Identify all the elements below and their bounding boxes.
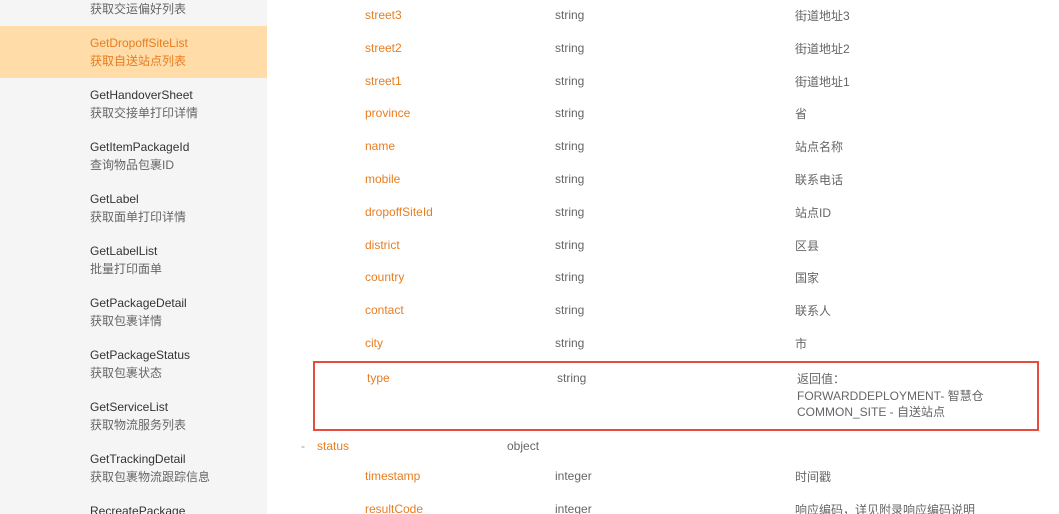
sidebar-item-api-desc: 批量打印面单	[90, 260, 247, 278]
param-type: integer	[555, 502, 795, 514]
param-table: street3string街道地址3street2string街道地址2stre…	[267, 0, 1039, 514]
sidebar-item-item-0[interactable]: 获取交运偏好列表	[0, 0, 267, 26]
param-row-dropoffSiteId: dropoffSiteIdstring站点ID	[313, 197, 1039, 230]
param-desc: 返回值： FORWARDDEPLOYMENT- 智慧仓 COMMON_SITE …	[797, 371, 1037, 421]
collapse-icon[interactable]: -	[289, 439, 317, 453]
sidebar-item-GetTrackingDetail[interactable]: GetTrackingDetail获取包裹物流跟踪信息	[0, 442, 267, 494]
param-name: resultCode	[365, 502, 555, 514]
sidebar-item-api-name: GetLabelList	[90, 242, 247, 260]
sidebar-item-api-name: GetItemPackageId	[90, 138, 247, 156]
param-type: string	[555, 74, 795, 88]
sidebar-item-api-desc: 获取面单打印详情	[90, 208, 247, 226]
sidebar-item-GetLabelList[interactable]: GetLabelList批量打印面单	[0, 234, 267, 286]
param-name: city	[365, 336, 555, 350]
param-desc: 区县	[795, 238, 1039, 255]
param-row-province: provincestring省	[313, 98, 1039, 131]
param-type: string	[555, 238, 795, 252]
param-type: integer	[555, 469, 795, 483]
param-desc: 时间戳	[795, 469, 1039, 486]
param-row-status[interactable]: - status object	[289, 431, 1039, 461]
sidebar-item-api-name: GetLabel	[90, 190, 247, 208]
param-row-resultCode: resultCodeinteger响应编码，详见附录响应编码说明	[313, 494, 1039, 514]
param-type: string	[555, 172, 795, 186]
param-name: name	[365, 139, 555, 153]
param-row-name: namestring站点名称	[313, 131, 1039, 164]
param-desc: 站点名称	[795, 139, 1039, 156]
param-type: string	[557, 371, 797, 385]
sidebar-item-GetServiceList[interactable]: GetServiceList获取物流服务列表	[0, 390, 267, 442]
param-row-contact: contactstring联系人	[313, 295, 1039, 328]
sidebar-item-api-name: GetHandoverSheet	[90, 86, 247, 104]
sidebar-item-api-desc: 获取交运偏好列表	[90, 0, 247, 18]
param-name: timestamp	[365, 469, 555, 483]
param-desc: 街道地址1	[795, 74, 1039, 91]
param-name: street1	[365, 74, 555, 88]
sidebar-item-api-desc: 获取包裹物流跟踪信息	[90, 468, 247, 486]
param-row-street1: street1string街道地址1	[313, 66, 1039, 99]
param-desc: 国家	[795, 270, 1039, 287]
sidebar-item-api-desc: 查询物品包裹ID	[90, 156, 247, 174]
sidebar-item-api-desc: 获取交接单打印详情	[90, 104, 247, 122]
param-name: contact	[365, 303, 555, 317]
sidebar-item-api-name: GetPackageStatus	[90, 346, 247, 364]
param-type: string	[555, 139, 795, 153]
sidebar-item-api-name: RecreatePackage	[90, 502, 247, 514]
main-content: street3string街道地址3street2string街道地址2stre…	[267, 0, 1059, 514]
sidebar-item-api-name: GetServiceList	[90, 398, 247, 416]
param-desc: 省	[795, 106, 1039, 123]
sidebar-item-RecreatePackage[interactable]: RecreatePackage重新发货	[0, 494, 267, 514]
param-name: street2	[365, 41, 555, 55]
nested-params-group: street3string街道地址3street2string街道地址2stre…	[267, 0, 1039, 431]
param-type: string	[555, 336, 795, 350]
param-row-street2: street2string街道地址2	[313, 33, 1039, 66]
param-name: mobile	[365, 172, 555, 186]
sidebar-item-api-desc: 获取自送站点列表	[90, 52, 247, 70]
param-row-city: citystring市	[313, 328, 1039, 361]
param-name: country	[365, 270, 555, 284]
param-row-type: typestring返回值： FORWARDDEPLOYMENT- 智慧仓 CO…	[313, 361, 1039, 431]
param-row-mobile: mobilestring联系电话	[313, 164, 1039, 197]
param-type: string	[555, 205, 795, 219]
sidebar-item-GetDropoffSiteList[interactable]: GetDropoffSiteList获取自送站点列表	[0, 26, 267, 78]
param-name: status	[317, 439, 507, 453]
param-type: string	[555, 106, 795, 120]
param-name: street3	[365, 8, 555, 22]
param-type: string	[555, 8, 795, 22]
param-row-timestamp: timestampinteger时间戳	[313, 461, 1039, 494]
param-desc: 市	[795, 336, 1039, 353]
param-desc: 联系电话	[795, 172, 1039, 189]
param-row-country: countrystring国家	[313, 262, 1039, 295]
param-name: district	[365, 238, 555, 252]
param-desc: 响应编码，详见附录响应编码说明	[795, 502, 1039, 514]
sidebar-item-GetItemPackageId[interactable]: GetItemPackageId查询物品包裹ID	[0, 130, 267, 182]
sidebar-item-api-desc: 获取物流服务列表	[90, 416, 247, 434]
param-desc: 街道地址2	[795, 41, 1039, 58]
param-name: dropoffSiteId	[365, 205, 555, 219]
sidebar-item-api-name: GetPackageDetail	[90, 294, 247, 312]
status-children-group: timestampinteger时间戳resultCodeinteger响应编码…	[267, 461, 1039, 514]
sidebar-item-GetPackageStatus[interactable]: GetPackageStatus获取包裹状态	[0, 338, 267, 390]
sidebar-item-api-name: GetDropoffSiteList	[90, 34, 247, 52]
param-name: type	[367, 371, 557, 385]
sidebar-item-api-desc: 获取包裹详情	[90, 312, 247, 330]
param-type: string	[555, 303, 795, 317]
sidebar-item-api-name: GetTrackingDetail	[90, 450, 247, 468]
sidebar-item-GetPackageDetail[interactable]: GetPackageDetail获取包裹详情	[0, 286, 267, 338]
param-desc: 联系人	[795, 303, 1039, 320]
param-desc: 街道地址3	[795, 8, 1039, 25]
param-type: string	[555, 270, 795, 284]
param-type: string	[555, 41, 795, 55]
sidebar-item-api-desc: 获取包裹状态	[90, 364, 247, 382]
param-desc: 站点ID	[795, 205, 1039, 222]
sidebar-item-GetLabel[interactable]: GetLabel获取面单打印详情	[0, 182, 267, 234]
param-row-district: districtstring区县	[313, 230, 1039, 263]
sidebar: 获取交运偏好列表GetDropoffSiteList获取自送站点列表GetHan…	[0, 0, 267, 514]
param-type: object	[507, 439, 747, 453]
sidebar-item-GetHandoverSheet[interactable]: GetHandoverSheet获取交接单打印详情	[0, 78, 267, 130]
param-row-street3: street3string街道地址3	[313, 0, 1039, 33]
param-name: province	[365, 106, 555, 120]
sidebar-list: 获取交运偏好列表GetDropoffSiteList获取自送站点列表GetHan…	[0, 0, 267, 514]
